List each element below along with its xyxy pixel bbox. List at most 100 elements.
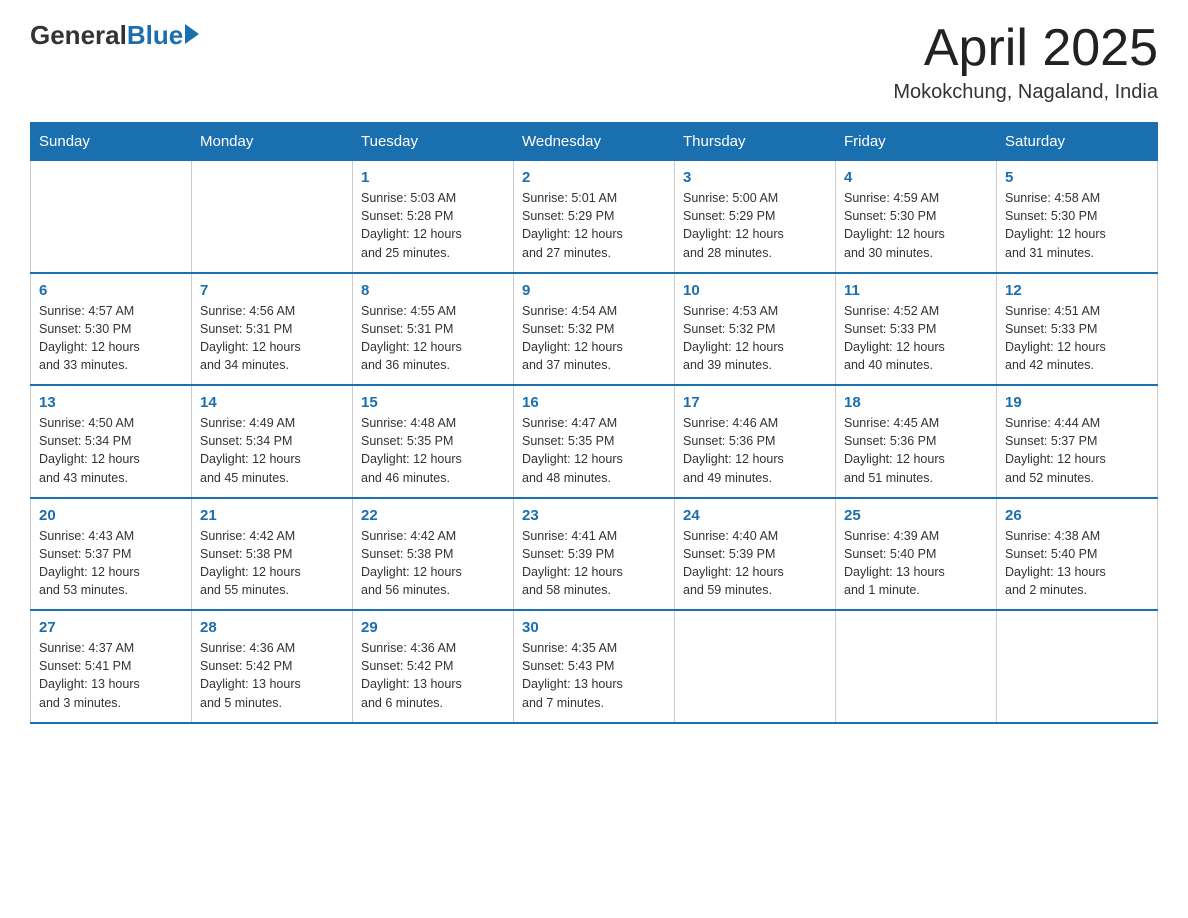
- day-number: 21: [200, 507, 344, 524]
- calendar-cell: 15 Sunrise: 4:48 AM Sunset: 5:35 PM Dayli…: [353, 385, 514, 498]
- calendar-cell: 1Sunrise: 5:03 AM Sunset: 5:28 PM Daylig…: [353, 161, 514, 273]
- calendar-cell: [836, 610, 997, 723]
- week-row-5: 27 Sunrise: 4:37 AM Sunset: 5:41 PM Dayli…: [31, 610, 1158, 723]
- logo-blue-text: Blue: [127, 20, 183, 51]
- day-number: 28: [200, 619, 344, 636]
- week-row-2: 6 Sunrise: 4:57 AM Sunset: 5:30 PM Daylig…: [31, 273, 1158, 386]
- calendar-cell: 19 Sunrise: 4:44 AM Sunset: 5:37 PM Dayli…: [997, 385, 1158, 498]
- calendar-cell: 3 Sunrise: 5:00 AM Sunset: 5:29 PM Daylig…: [675, 161, 836, 273]
- day-info: Sunrise: 4:45 AM Sunset: 5:36 PM Dayligh…: [844, 414, 988, 487]
- day-info: Sunrise: 4:44 AM Sunset: 5:37 PM Dayligh…: [1005, 414, 1149, 487]
- day-info: Sunrise: 4:36 AM Sunset: 5:42 PM Dayligh…: [361, 639, 505, 712]
- calendar-cell: 29Sunrise: 4:36 AM Sunset: 5:42 PM Dayli…: [353, 610, 514, 723]
- calendar-header: SundayMondayTuesdayWednesdayThursdayFrid…: [31, 123, 1158, 161]
- calendar-cell: [997, 610, 1158, 723]
- calendar-cell: 14Sunrise: 4:49 AM Sunset: 5:34 PM Dayli…: [192, 385, 353, 498]
- calendar-cell: 8 Sunrise: 4:55 AM Sunset: 5:31 PM Daylig…: [353, 273, 514, 386]
- calendar-cell: 26 Sunrise: 4:38 AM Sunset: 5:40 PM Dayli…: [997, 498, 1158, 611]
- day-info: Sunrise: 4:48 AM Sunset: 5:35 PM Dayligh…: [361, 414, 505, 487]
- calendar-cell: 4 Sunrise: 4:59 AM Sunset: 5:30 PM Daylig…: [836, 161, 997, 273]
- day-number: 8: [361, 282, 505, 299]
- day-info: Sunrise: 4:39 AM Sunset: 5:40 PM Dayligh…: [844, 527, 988, 600]
- header-day-friday: Friday: [836, 123, 997, 161]
- day-info: Sunrise: 4:52 AM Sunset: 5:33 PM Dayligh…: [844, 302, 988, 375]
- day-number: 22: [361, 507, 505, 524]
- title-area: April 2025 Mokokchung, Nagaland, India: [893, 20, 1158, 104]
- day-info: Sunrise: 4:42 AM Sunset: 5:38 PM Dayligh…: [361, 527, 505, 600]
- day-number: 10: [683, 282, 827, 299]
- day-number: 16: [522, 394, 666, 411]
- header-day-tuesday: Tuesday: [353, 123, 514, 161]
- calendar-cell: 30Sunrise: 4:35 AM Sunset: 5:43 PM Dayli…: [514, 610, 675, 723]
- week-row-4: 20Sunrise: 4:43 AM Sunset: 5:37 PM Dayli…: [31, 498, 1158, 611]
- day-info: Sunrise: 4:54 AM Sunset: 5:32 PM Dayligh…: [522, 302, 666, 375]
- day-info: Sunrise: 4:40 AM Sunset: 5:39 PM Dayligh…: [683, 527, 827, 600]
- calendar-cell: 16 Sunrise: 4:47 AM Sunset: 5:35 PM Dayli…: [514, 385, 675, 498]
- header-day-sunday: Sunday: [31, 123, 192, 161]
- calendar-cell: 2Sunrise: 5:01 AM Sunset: 5:29 PM Daylig…: [514, 161, 675, 273]
- day-number: 13: [39, 394, 183, 411]
- calendar-cell: 12Sunrise: 4:51 AM Sunset: 5:33 PM Dayli…: [997, 273, 1158, 386]
- day-info: Sunrise: 4:37 AM Sunset: 5:41 PM Dayligh…: [39, 639, 183, 712]
- calendar-cell: 11 Sunrise: 4:52 AM Sunset: 5:33 PM Dayli…: [836, 273, 997, 386]
- calendar-cell: 27 Sunrise: 4:37 AM Sunset: 5:41 PM Dayli…: [31, 610, 192, 723]
- calendar-cell: 25Sunrise: 4:39 AM Sunset: 5:40 PM Dayli…: [836, 498, 997, 611]
- calendar-cell: 24 Sunrise: 4:40 AM Sunset: 5:39 PM Dayli…: [675, 498, 836, 611]
- day-number: 6: [39, 282, 183, 299]
- header-day-saturday: Saturday: [997, 123, 1158, 161]
- day-number: 15: [361, 394, 505, 411]
- day-info: Sunrise: 4:55 AM Sunset: 5:31 PM Dayligh…: [361, 302, 505, 375]
- day-info: Sunrise: 4:50 AM Sunset: 5:34 PM Dayligh…: [39, 414, 183, 487]
- day-number: 5: [1005, 169, 1149, 186]
- calendar-cell: [192, 161, 353, 273]
- calendar-cell: 6 Sunrise: 4:57 AM Sunset: 5:30 PM Daylig…: [31, 273, 192, 386]
- calendar-cell: 21 Sunrise: 4:42 AM Sunset: 5:38 PM Dayli…: [192, 498, 353, 611]
- day-info: Sunrise: 4:51 AM Sunset: 5:33 PM Dayligh…: [1005, 302, 1149, 375]
- day-info: Sunrise: 4:41 AM Sunset: 5:39 PM Dayligh…: [522, 527, 666, 600]
- day-number: 3: [683, 169, 827, 186]
- calendar-cell: [31, 161, 192, 273]
- day-number: 18: [844, 394, 988, 411]
- day-number: 17: [683, 394, 827, 411]
- week-row-1: 1Sunrise: 5:03 AM Sunset: 5:28 PM Daylig…: [31, 161, 1158, 273]
- calendar-table: SundayMondayTuesdayWednesdayThursdayFrid…: [30, 122, 1158, 724]
- day-info: Sunrise: 5:03 AM Sunset: 5:28 PM Dayligh…: [361, 189, 505, 262]
- day-info: Sunrise: 4:46 AM Sunset: 5:36 PM Dayligh…: [683, 414, 827, 487]
- calendar-cell: 28 Sunrise: 4:36 AM Sunset: 5:42 PM Dayli…: [192, 610, 353, 723]
- calendar-cell: [675, 610, 836, 723]
- day-number: 19: [1005, 394, 1149, 411]
- calendar-cell: 9 Sunrise: 4:54 AM Sunset: 5:32 PM Daylig…: [514, 273, 675, 386]
- day-info: Sunrise: 4:58 AM Sunset: 5:30 PM Dayligh…: [1005, 189, 1149, 262]
- calendar-cell: 5 Sunrise: 4:58 AM Sunset: 5:30 PM Daylig…: [997, 161, 1158, 273]
- day-number: 30: [522, 619, 666, 636]
- header-day-monday: Monday: [192, 123, 353, 161]
- day-info: Sunrise: 4:47 AM Sunset: 5:35 PM Dayligh…: [522, 414, 666, 487]
- day-number: 4: [844, 169, 988, 186]
- day-number: 27: [39, 619, 183, 636]
- day-info: Sunrise: 4:57 AM Sunset: 5:30 PM Dayligh…: [39, 302, 183, 375]
- day-info: Sunrise: 4:59 AM Sunset: 5:30 PM Dayligh…: [844, 189, 988, 262]
- header-row: SundayMondayTuesdayWednesdayThursdayFrid…: [31, 123, 1158, 161]
- month-title: April 2025: [893, 20, 1158, 77]
- logo-general-text: General: [30, 20, 127, 51]
- calendar-cell: 23 Sunrise: 4:41 AM Sunset: 5:39 PM Dayli…: [514, 498, 675, 611]
- day-number: 24: [683, 507, 827, 524]
- calendar-cell: 7Sunrise: 4:56 AM Sunset: 5:31 PM Daylig…: [192, 273, 353, 386]
- day-info: Sunrise: 5:00 AM Sunset: 5:29 PM Dayligh…: [683, 189, 827, 262]
- day-info: Sunrise: 4:53 AM Sunset: 5:32 PM Dayligh…: [683, 302, 827, 375]
- day-number: 26: [1005, 507, 1149, 524]
- logo: General Blue: [30, 20, 199, 51]
- page-header: General Blue April 2025 Mokokchung, Naga…: [30, 20, 1158, 104]
- day-number: 11: [844, 282, 988, 299]
- calendar-cell: 10 Sunrise: 4:53 AM Sunset: 5:32 PM Dayli…: [675, 273, 836, 386]
- day-number: 23: [522, 507, 666, 524]
- day-number: 2: [522, 169, 666, 186]
- calendar-cell: 13 Sunrise: 4:50 AM Sunset: 5:34 PM Dayli…: [31, 385, 192, 498]
- day-info: Sunrise: 4:42 AM Sunset: 5:38 PM Dayligh…: [200, 527, 344, 600]
- calendar-body: 1Sunrise: 5:03 AM Sunset: 5:28 PM Daylig…: [31, 161, 1158, 723]
- day-info: Sunrise: 4:38 AM Sunset: 5:40 PM Dayligh…: [1005, 527, 1149, 600]
- calendar-cell: 17 Sunrise: 4:46 AM Sunset: 5:36 PM Dayli…: [675, 385, 836, 498]
- day-number: 9: [522, 282, 666, 299]
- header-day-wednesday: Wednesday: [514, 123, 675, 161]
- day-info: Sunrise: 4:36 AM Sunset: 5:42 PM Dayligh…: [200, 639, 344, 712]
